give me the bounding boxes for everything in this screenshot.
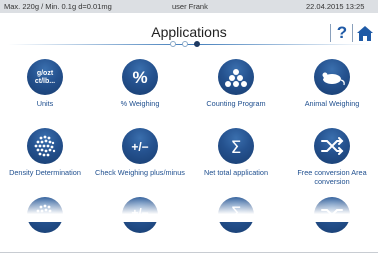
app-label: Units (36, 99, 54, 108)
mouse-icon (314, 59, 350, 95)
app-label: % Weighing (120, 99, 160, 108)
app-label: Check Weighing plus/minus (95, 168, 185, 177)
scroll-fade (0, 196, 378, 222)
page-dot-2[interactable] (182, 41, 188, 47)
app-label: Counting Program (206, 99, 266, 108)
percent-icon: % (122, 59, 158, 95)
page-title: Applications (151, 24, 227, 40)
app-label: Free conversion Area conversion (297, 168, 367, 186)
app-label: Animal Weighing (304, 99, 360, 108)
density-icon (27, 128, 63, 164)
header: Applications ? (0, 13, 378, 47)
svg-text:g/ozt: g/ozt (37, 70, 54, 77)
separator (352, 24, 353, 42)
sigma-icon: Σ (218, 128, 254, 164)
help-button[interactable]: ? (335, 24, 349, 42)
datetime: 22.04.2015 13:25 (306, 2, 365, 11)
shuffle-icon (314, 128, 350, 164)
user-name: user Frank (172, 2, 208, 11)
page-indicator (166, 40, 210, 48)
page-dot-1[interactable] (170, 41, 176, 47)
bottom-divider (0, 252, 378, 253)
status-bar: Max. 220g / Min. 0.1g d=0.01mg user Fran… (0, 0, 378, 13)
balance-info: Max. 220g / Min. 0.1g d=0.01mg (4, 2, 112, 11)
separator (330, 24, 331, 42)
svg-text:+/−: +/− (131, 140, 148, 154)
home-icon (357, 26, 373, 41)
svg-text:ct/lb...: ct/lb... (35, 78, 55, 85)
app-label: Density Determination (9, 168, 81, 177)
home-button[interactable] (356, 25, 374, 42)
page-dot-3[interactable] (194, 41, 200, 47)
units-icon: g/ozt ct/lb... (27, 59, 63, 95)
svg-text:Σ: Σ (231, 138, 242, 158)
svg-text:%: % (132, 68, 147, 87)
app-label: Net total application (203, 168, 269, 177)
plus-minus-icon: +/− (122, 128, 158, 164)
counting-icon (218, 59, 254, 95)
